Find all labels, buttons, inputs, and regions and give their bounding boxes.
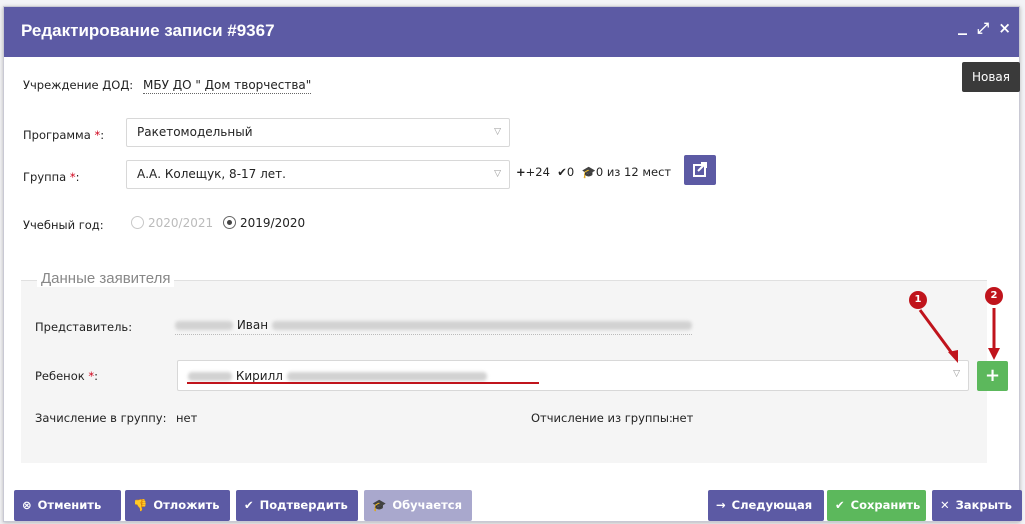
redacted-text bbox=[286, 372, 487, 381]
button-label: Подтвердить bbox=[259, 498, 348, 512]
confirm-button[interactable]: ✔ Подтвердить bbox=[236, 490, 358, 521]
radio-label: 2019/2020 bbox=[240, 216, 306, 230]
radio-label: 2020/2021 bbox=[148, 216, 214, 230]
enrollment-label: Зачисление в группу: bbox=[35, 411, 167, 425]
representative-label: Представитель: bbox=[35, 320, 133, 334]
close-icon: ✕ bbox=[940, 498, 950, 512]
cancel-button[interactable]: ⊗ Отменить bbox=[14, 490, 121, 521]
expulsion-label: Отчисление из группы: bbox=[531, 411, 673, 425]
button-label: Следующая bbox=[731, 498, 813, 512]
plus-icon: + bbox=[516, 165, 526, 179]
radio-2019-2020[interactable]: 2019/2020 bbox=[223, 216, 305, 230]
external-edit-icon bbox=[693, 162, 707, 177]
representative-name: Иван bbox=[236, 318, 269, 332]
program-select[interactable]: Ракетомодельный ▽ bbox=[126, 118, 510, 147]
button-label: Отменить bbox=[37, 498, 102, 512]
redacted-text bbox=[271, 321, 692, 330]
open-group-button[interactable] bbox=[684, 155, 716, 185]
group-stats: ++24 ✔0 🎓0 из 12 мест bbox=[516, 165, 671, 179]
dialog-title: Редактирование записи #9367 bbox=[21, 21, 275, 40]
check-icon: ✔ bbox=[557, 165, 567, 179]
program-label: Программа *: bbox=[23, 128, 105, 142]
group-select-value: А.А. Колещук, 8-17 лет. bbox=[137, 167, 286, 181]
child-select[interactable]: Кирилл ▽ bbox=[177, 360, 969, 391]
expulsion-value: нет bbox=[672, 411, 694, 425]
dialog-titlebar: Редактирование записи #9367 _ ⤢ × bbox=[4, 7, 1019, 57]
button-label: Отложить bbox=[153, 498, 220, 512]
button-label: Сохранить bbox=[850, 498, 921, 512]
maximize-icon[interactable]: ⤢ bbox=[977, 19, 989, 37]
stat-confirmed: 0 bbox=[566, 165, 575, 179]
radio-2020-2021[interactable]: 2020/2021 bbox=[131, 216, 213, 230]
representative-link[interactable]: Иван bbox=[175, 318, 692, 335]
redacted-text bbox=[175, 321, 233, 330]
stat-applications: +24 bbox=[525, 165, 550, 179]
close-icon[interactable]: × bbox=[998, 19, 1011, 37]
cancel-icon: ⊗ bbox=[22, 498, 32, 512]
next-button[interactable]: → Следующая bbox=[708, 490, 824, 521]
studying-button: 🎓 Обучается bbox=[364, 490, 472, 521]
button-label: Закрыть bbox=[955, 498, 1012, 512]
graduation-cap-icon: 🎓 bbox=[581, 165, 596, 179]
group-label: Группа *: bbox=[23, 170, 80, 184]
chevron-down-icon: ▽ bbox=[953, 369, 960, 379]
institution-link[interactable]: МБУ ДО " Дом творчества" bbox=[143, 77, 312, 94]
button-label: Обучается bbox=[392, 498, 462, 512]
annotation-arrows bbox=[918, 308, 1000, 363]
arrow-right-icon: → bbox=[716, 498, 726, 512]
annotation-underline bbox=[187, 382, 539, 384]
close-button[interactable]: ✕ Закрыть bbox=[932, 490, 1022, 521]
graduation-cap-icon: 🎓 bbox=[372, 498, 387, 512]
check-icon: ✔ bbox=[835, 498, 845, 512]
radio-icon bbox=[131, 216, 144, 229]
group-select[interactable]: А.А. Колещук, 8-17 лет. ▽ bbox=[126, 160, 510, 189]
chevron-down-icon: ▽ bbox=[494, 169, 501, 179]
redacted-text bbox=[188, 372, 232, 381]
institution-label: Учреждение ДОД: bbox=[23, 78, 134, 92]
check-icon: ✔ bbox=[244, 498, 254, 512]
thumbs-down-icon: 👎 bbox=[133, 498, 148, 512]
child-select-value: Кирилл bbox=[188, 369, 487, 383]
status-badge: Новая bbox=[962, 62, 1020, 92]
minimize-icon[interactable]: _ bbox=[958, 15, 967, 36]
stat-seats: 0 из 12 мест bbox=[595, 165, 672, 179]
school-year-label: Учебный год: bbox=[23, 218, 104, 232]
program-select-value: Ракетомодельный bbox=[137, 125, 253, 139]
child-label: Ребенок *: bbox=[35, 369, 98, 383]
chevron-down-icon: ▽ bbox=[494, 127, 501, 137]
postpone-button[interactable]: 👎 Отложить bbox=[125, 490, 230, 521]
save-button[interactable]: ✔ Сохранить bbox=[827, 490, 926, 521]
child-name: Кирилл bbox=[235, 369, 283, 383]
radio-selected-icon bbox=[223, 216, 236, 229]
applicant-legend: Данные заявителя bbox=[37, 270, 175, 287]
enrollment-value: нет bbox=[176, 411, 198, 425]
